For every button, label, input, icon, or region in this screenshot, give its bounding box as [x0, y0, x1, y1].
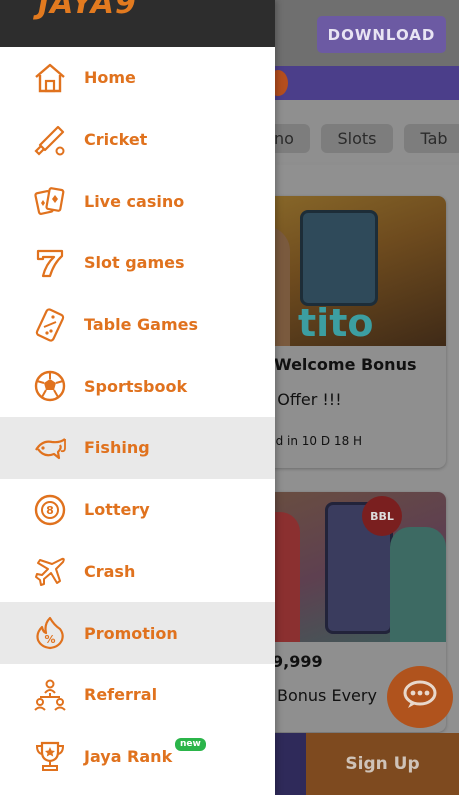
menu-item-label: Live casino: [84, 191, 185, 211]
fish-icon: [31, 429, 69, 467]
menu-item-home[interactable]: Home: [0, 47, 275, 109]
promo-card-title: Welcome Bonus: [274, 355, 417, 374]
menu-item-label: Sportsbook: [84, 376, 188, 396]
menu-item-fishing[interactable]: Fishing: [0, 417, 275, 479]
bbl-badge: BBL: [362, 496, 402, 536]
menu-item-referral[interactable]: Referral: [0, 664, 275, 726]
drawer-header: JAYA9: [0, 0, 275, 47]
menu-item-table-games[interactable]: Table Games: [0, 294, 275, 356]
download-button[interactable]: DOWNLOAD: [317, 16, 446, 53]
football-icon: [31, 367, 69, 405]
chat-icon: [401, 680, 439, 714]
side-drawer: JAYA9 Home Cricket Live casino Slot game…: [0, 0, 275, 795]
trophy-icon: [31, 737, 69, 775]
plane-icon: [31, 552, 69, 590]
promo-card-countdown: nd in 10 D 18 H: [268, 434, 363, 448]
menu-item-label: Table Games: [84, 315, 198, 335]
menu-item-promotion[interactable]: % Promotion: [0, 602, 275, 664]
tab-table[interactable]: Tab: [404, 124, 459, 153]
menu-item-label: Cricket: [84, 130, 148, 150]
menu-item-label: Slot games: [84, 253, 185, 273]
menu-item-label: Crash: [84, 561, 136, 581]
drawer-menu: Home Cricket Live casino Slot games Tabl: [0, 47, 275, 787]
menu-item-jaya-rank[interactable]: Jaya Rank new: [0, 726, 275, 788]
chat-button[interactable]: [387, 666, 453, 728]
menu-item-label: Jaya Rank: [84, 746, 173, 766]
domino-icon: [31, 306, 69, 344]
brand-logo[interactable]: JAYA9: [38, 0, 137, 21]
menu-item-slot-games[interactable]: Slot games: [0, 232, 275, 294]
menu-item-live-casino[interactable]: Live casino: [0, 170, 275, 232]
menu-item-label: Referral: [84, 685, 158, 705]
menu-item-label: Home: [84, 68, 136, 88]
cards-icon: [31, 182, 69, 220]
menu-item-label: Fishing: [84, 438, 150, 458]
referral-tree-icon: [31, 676, 69, 714]
menu-item-lottery[interactable]: 8 Lottery: [0, 479, 275, 541]
tab-slots[interactable]: Slots: [321, 124, 393, 153]
tito-logo: tito: [298, 301, 374, 345]
svg-text:8: 8: [46, 504, 54, 517]
promo-card-amount: 9,999: [272, 652, 323, 671]
menu-item-label: Lottery: [84, 500, 150, 520]
cricket-icon: [31, 121, 69, 159]
sign-up-button[interactable]: Sign Up: [306, 733, 459, 795]
seven-icon: [31, 244, 69, 282]
new-badge: new: [175, 737, 206, 751]
lottery-ball-icon: 8: [31, 491, 69, 529]
promo-card-subtitle: Bonus Every: [277, 686, 377, 705]
percent-flame-icon: %: [31, 614, 69, 652]
menu-item-crash[interactable]: Crash: [0, 541, 275, 603]
svg-text:%: %: [44, 633, 55, 646]
home-icon: [31, 59, 69, 97]
menu-item-sportsbook[interactable]: Sportsbook: [0, 355, 275, 417]
menu-item-cricket[interactable]: Cricket: [0, 109, 275, 171]
menu-item-label: Promotion: [84, 623, 178, 643]
